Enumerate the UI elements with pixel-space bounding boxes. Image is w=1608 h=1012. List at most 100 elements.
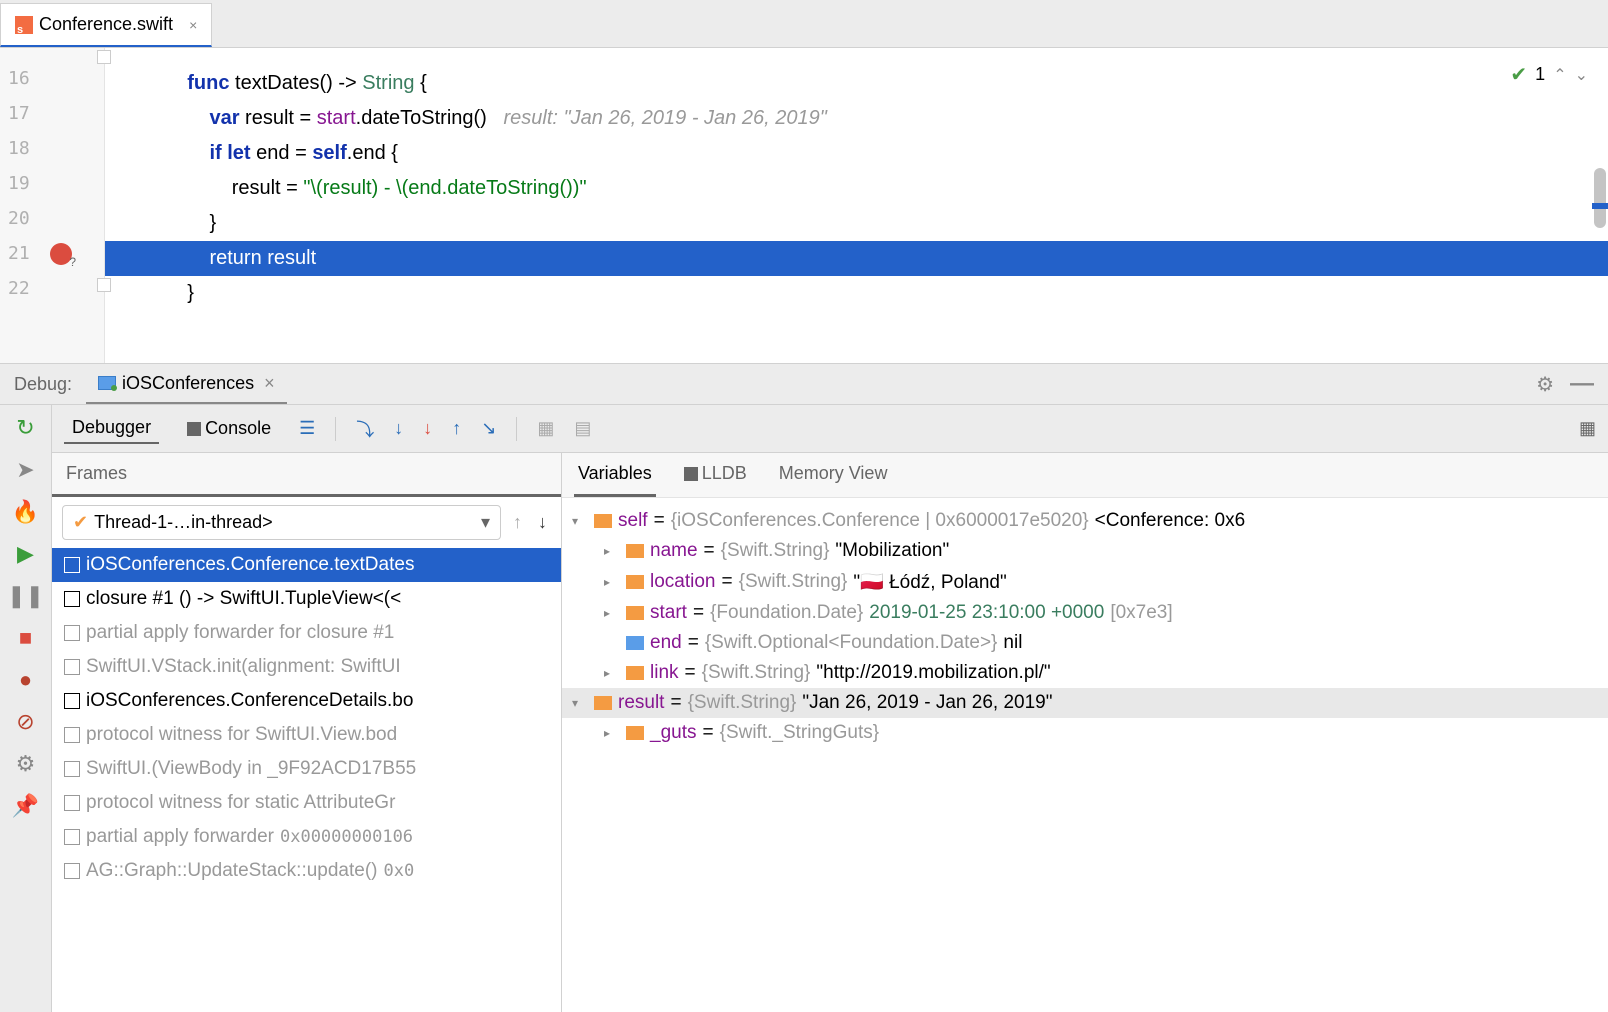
debug-panel: ↻ ➤ 🔥 ▶ ❚❚ ■ ● ⊘ ⚙ 📌 Debugger Console ☰ …	[0, 405, 1608, 1012]
trace-icon[interactable]: ▤	[574, 418, 591, 439]
frame-item[interactable]: protocol witness for static AttributeGr	[52, 786, 561, 820]
variable-row[interactable]: end = {Swift.Optional<Foundation.Date>} …	[562, 628, 1608, 658]
chevron-down-icon[interactable]: ▾	[572, 696, 588, 710]
step-into-icon[interactable]: ↓	[394, 418, 403, 439]
variable-row[interactable]: ▸ location = {Swift.String} "🇵🇱 Łódź, Po…	[562, 566, 1608, 598]
view-breakpoints-icon[interactable]: ●	[19, 667, 32, 693]
variable-row[interactable]: ▸ _guts = {Swift._StringGuts}	[562, 718, 1608, 748]
frames-panel: Frames ✔ Thread-1-…in-thread> ▾ ↑ ↓ iOSC…	[52, 453, 562, 1012]
mute-breakpoints-icon[interactable]: ⊘	[16, 709, 34, 735]
variables-tab[interactable]: Variables	[574, 453, 656, 497]
variable-row[interactable]: ▾ result = {Swift.String} "Jan 26, 2019 …	[562, 688, 1608, 718]
debug-toolbar: Debug: iOSConferences × ⚙ —	[0, 363, 1608, 405]
close-icon[interactable]: ×	[264, 373, 275, 394]
prev-frame-icon[interactable]: ↑	[509, 512, 526, 533]
swift-file-icon	[15, 16, 33, 34]
variable-row[interactable]: ▸ link = {Swift.String} "http://2019.mob…	[562, 658, 1608, 688]
frames-list: iOSConferences.Conference.textDates clos…	[52, 548, 561, 1012]
line-number: 18	[8, 138, 30, 159]
line-number: 22	[8, 278, 30, 299]
frame-icon	[64, 625, 80, 641]
thread-name: Thread-1-…in-thread>	[94, 512, 273, 533]
breakpoint-icon[interactable]	[50, 243, 72, 265]
frame-item[interactable]: partial apply forwarder for closure #1	[52, 616, 561, 650]
frame-item[interactable]: AG::Graph::UpdateStack::update() 0x0	[52, 854, 561, 888]
resume-icon[interactable]: ▶	[17, 541, 34, 567]
evaluate-icon[interactable]: ▦	[537, 418, 554, 439]
flame-icon[interactable]: 🔥	[12, 499, 39, 525]
chevron-up-icon[interactable]: ⌃	[1553, 65, 1566, 85]
code-area[interactable]: func textDates() -> String { var result …	[105, 48, 1608, 363]
frame-icon	[64, 693, 80, 709]
frame-item[interactable]: partial apply forwarder 0x00000000106	[52, 820, 561, 854]
frame-icon	[64, 659, 80, 675]
object-icon	[594, 696, 612, 710]
chevron-right-icon[interactable]: ▸	[604, 726, 620, 740]
frame-icon	[64, 829, 80, 845]
frame-item[interactable]: protocol witness for SwiftUI.View.bod	[52, 718, 561, 752]
scrollbar[interactable]	[1594, 168, 1606, 228]
editor-tab-bar: Conference.swift ×	[0, 0, 1608, 48]
thread-dropdown[interactable]: ✔ Thread-1-…in-thread> ▾	[62, 505, 501, 540]
frame-item[interactable]: iOSConferences.Conference.textDates	[52, 548, 561, 582]
object-icon	[594, 514, 612, 528]
debug-config-name: iOSConferences	[122, 373, 254, 394]
code-editor[interactable]: 16 17 18 19 20 21 22 func textDates() ->…	[0, 48, 1608, 363]
run-to-cursor-icon[interactable]: ↘	[481, 418, 496, 439]
frame-item[interactable]: SwiftUI.(ViewBody in _9F92ACD17B55	[52, 752, 561, 786]
checkmark-icon: ✔	[73, 512, 88, 533]
chevron-right-icon[interactable]: ▸	[604, 575, 620, 589]
frame-icon	[64, 557, 80, 573]
variable-row[interactable]: ▾ self = {iOSConferences.Conference | 0x…	[562, 506, 1608, 536]
force-step-into-icon[interactable]: ↓	[423, 418, 432, 439]
navigate-icon[interactable]: ➤	[16, 457, 34, 483]
line-number: 19	[8, 173, 30, 194]
thread-selector-row: ✔ Thread-1-…in-thread> ▾ ↑ ↓	[52, 497, 561, 548]
primitive-icon	[626, 636, 644, 650]
debugger-tab[interactable]: Debugger	[64, 413, 159, 444]
chevron-right-icon[interactable]: ▸	[604, 666, 620, 680]
memory-view-tab[interactable]: Memory View	[775, 453, 892, 497]
frame-item[interactable]: closure #1 () -> SwiftUI.TupleView<(<	[52, 582, 561, 616]
chevron-down-icon[interactable]: ▾	[572, 514, 588, 528]
chevron-right-icon[interactable]: ▸	[604, 606, 620, 620]
threads-icon[interactable]: ☰	[299, 418, 315, 439]
chevron-down-icon[interactable]: ⌄	[1575, 65, 1588, 85]
line-number: 21	[8, 243, 30, 264]
next-frame-icon[interactable]: ↓	[534, 512, 551, 533]
frame-item[interactable]: iOSConferences.ConferenceDetails.bo	[52, 684, 561, 718]
debug-action-toolbar: ↻ ➤ 🔥 ▶ ❚❚ ■ ● ⊘ ⚙ 📌	[0, 405, 52, 1012]
separator	[516, 417, 517, 441]
variables-panel: Variables LLDB Memory View ▾ self = {iOS…	[562, 453, 1608, 1012]
frame-icon	[64, 795, 80, 811]
variables-tree: ▾ self = {iOSConferences.Conference | 0x…	[562, 498, 1608, 1012]
layout-icon[interactable]: ▦	[1579, 418, 1596, 439]
variable-row[interactable]: ▸ start = {Foundation.Date} 2019-01-25 2…	[562, 598, 1608, 628]
step-out-icon[interactable]: ↑	[452, 418, 461, 439]
inspection-widget[interactable]: ✔ 1 ⌃ ⌄	[1510, 62, 1588, 87]
object-icon	[626, 726, 644, 740]
line-number: 16	[8, 68, 30, 89]
stop-icon[interactable]: ■	[19, 625, 32, 651]
debug-run-tab[interactable]: iOSConferences ×	[86, 365, 287, 404]
object-icon	[626, 575, 644, 589]
settings-icon[interactable]: ⚙	[16, 751, 36, 777]
gear-icon[interactable]: ⚙	[1536, 372, 1554, 397]
object-icon	[626, 666, 644, 680]
console-tab[interactable]: Console	[179, 414, 279, 443]
minimize-icon[interactable]: —	[1570, 370, 1594, 398]
lldb-tab[interactable]: LLDB	[680, 453, 751, 497]
variable-row[interactable]: ▸ name = {Swift.String} "Mobilization"	[562, 536, 1608, 566]
frame-item[interactable]: SwiftUI.VStack.init(alignment: SwiftUI	[52, 650, 561, 684]
debug-content: Debugger Console ☰ ⤵ ↓ ↓ ↑ ↘ ▦ ▤ ▦ Frame…	[52, 405, 1608, 1012]
object-icon	[626, 544, 644, 558]
close-tab-icon[interactable]: ×	[189, 17, 197, 33]
pause-icon[interactable]: ❚❚	[7, 583, 44, 609]
object-icon	[626, 606, 644, 620]
pin-icon[interactable]: 📌	[12, 793, 39, 819]
rerun-icon[interactable]: ↻	[16, 415, 34, 441]
separator	[335, 417, 336, 441]
chevron-right-icon[interactable]: ▸	[604, 544, 620, 558]
step-over-icon[interactable]: ⤵	[356, 416, 374, 442]
file-tab[interactable]: Conference.swift ×	[0, 3, 212, 47]
